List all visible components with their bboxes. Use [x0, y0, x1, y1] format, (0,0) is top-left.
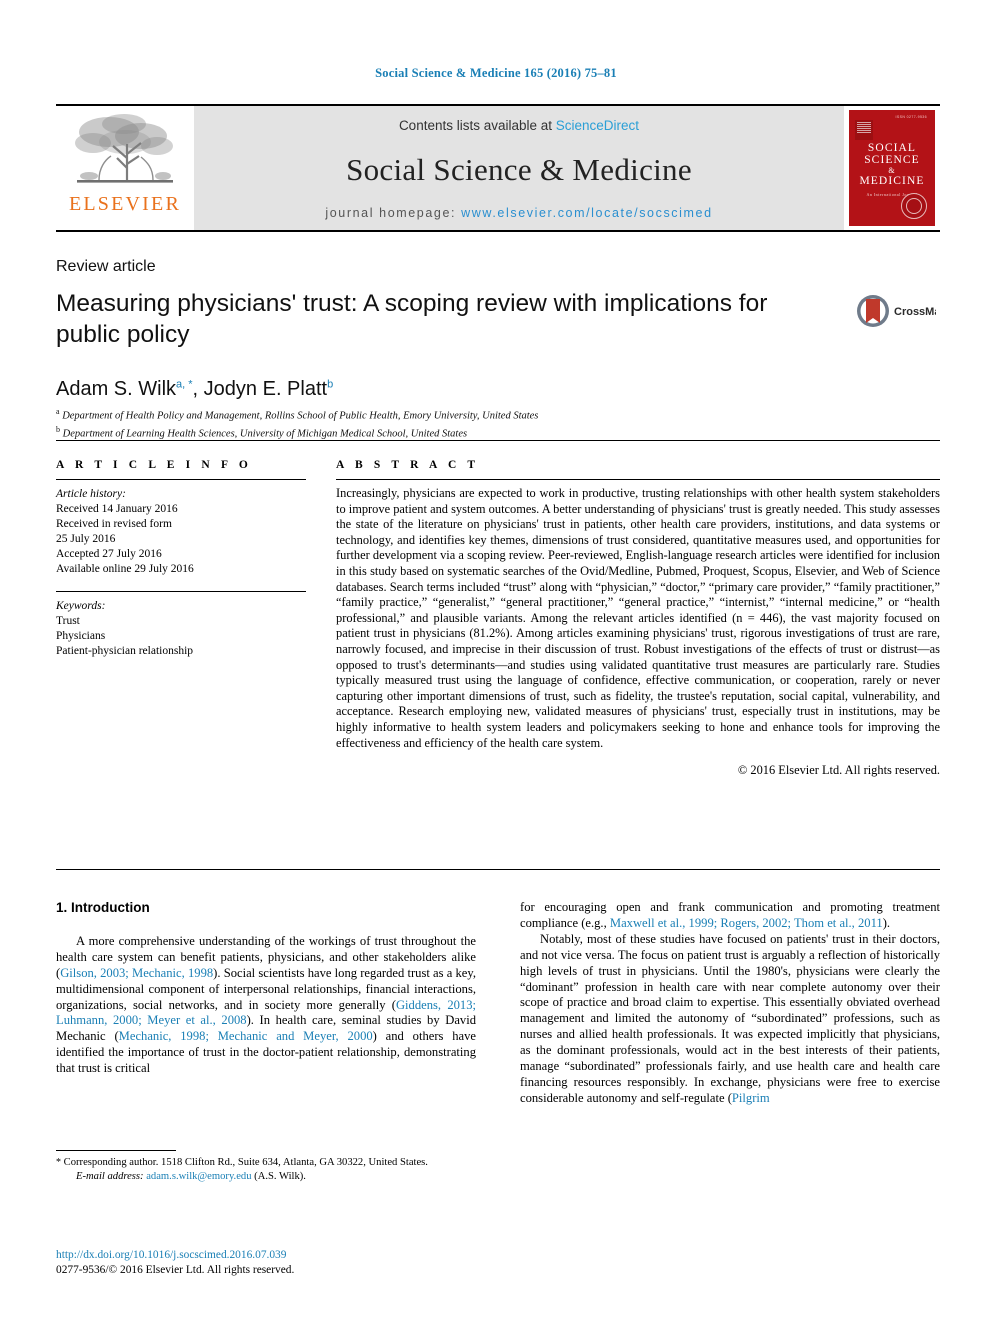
journal-masthead: ELSEVIER Contents lists available at Sci… [56, 104, 940, 232]
affiliation-a: a Department of Health Policy and Manage… [56, 407, 539, 422]
affiliation-b: b Department of Learning Health Sciences… [56, 425, 468, 440]
cover-title: SOCIAL SCIENCE & MEDICINE [849, 142, 935, 187]
sciencedirect-link[interactable]: ScienceDirect [556, 118, 639, 133]
issn-copyright-line: 0277-9536/© 2016 Elsevier Ltd. All right… [56, 1264, 295, 1276]
history-line: 25 July 2016 [56, 533, 116, 545]
homepage-label: journal homepage: [325, 206, 462, 220]
abstract-divider [336, 479, 940, 480]
citation-link[interactable]: Mechanic, 1998; Mechanic and Meyer, 2000 [119, 1029, 373, 1043]
footnote-divider [56, 1150, 176, 1151]
author-name-2: Jodyn E. Platt [203, 378, 328, 400]
author-1-affil-marks: a, * [176, 378, 193, 391]
doi-block: http://dx.doi.org/10.1016/j.socscimed.20… [56, 1248, 516, 1278]
section-heading-introduction: 1. Introduction [56, 900, 150, 915]
history-line: Accepted 27 July 2016 [56, 548, 162, 560]
article-history-label: Article history: [56, 488, 126, 500]
cover-line-3: MEDICINE [859, 175, 925, 187]
email-note: E-mail address: adam.s.wilk@emory.edu (A… [56, 1170, 476, 1184]
divider-above-body [56, 869, 940, 870]
intro-paragraph-2: Notably, most of these studies have focu… [520, 932, 940, 1107]
cover-seal-icon [901, 193, 927, 219]
journal-cover-thumbnail: ISSN 0277-9536 SOCIAL SCIENCE & MEDICINE… [844, 106, 940, 230]
email-owner: (A.S. Wilk). [254, 1171, 306, 1182]
article-info-heading: A R T I C L E I N F O [56, 459, 252, 471]
body-column-left: 1. Introduction A more comprehensive und… [56, 900, 476, 1077]
crossmark-badge[interactable]: CrossMark [856, 286, 936, 336]
citation-link[interactable]: Pilgrim [732, 1091, 770, 1105]
article-info-divider [56, 479, 306, 480]
right-text-3: Notably, most of these studies have focu… [520, 931, 940, 1105]
svg-text:CrossMark: CrossMark [894, 306, 936, 318]
cover-issn: ISSN 0277-9536 [895, 115, 927, 119]
body-column-right: for encouraging open and frank communica… [520, 900, 940, 1107]
elsevier-logo: ELSEVIER [56, 106, 194, 230]
abstract-heading: A B S T R A C T [336, 459, 480, 471]
keyword-item: Physicians [56, 630, 106, 642]
cover-image: ISSN 0277-9536 SOCIAL SCIENCE & MEDICINE… [849, 110, 935, 226]
doi-link[interactable]: http://dx.doi.org/10.1016/j.socscimed.20… [56, 1248, 516, 1263]
author-2-affil-marks: b [327, 378, 334, 391]
history-line: Received in revised form [56, 518, 172, 530]
citation-link[interactable]: Maxwell et al., 1999; Rogers, 2002; Thom… [610, 916, 883, 930]
footnote-block: * Corresponding author. 1518 Clifton Rd.… [56, 1150, 476, 1184]
email-label: E-mail address: [76, 1171, 144, 1182]
running-head: Social Science & Medicine 165 (2016) 75–… [375, 66, 617, 80]
author-name-1: Adam S. Wilk [56, 378, 177, 400]
footnote-star-marker: * [56, 1157, 61, 1168]
abstract-box: A B S T R A C T Increasingly, physicians… [336, 459, 940, 778]
journal-homepage-line: journal homepage: www.elsevier.com/locat… [325, 206, 712, 220]
cover-ampersand: & [888, 166, 896, 175]
divider-above-abstract [56, 440, 940, 441]
keywords-divider [56, 591, 306, 592]
elsevier-wordmark: ELSEVIER [68, 193, 182, 215]
intro-paragraph-continuation: for encouraging open and frank communica… [520, 900, 940, 932]
history-line: Available online 29 July 2016 [56, 563, 194, 575]
keywords-label: Keywords: [56, 600, 106, 612]
keyword-item: Patient-physician relationship [56, 645, 194, 657]
affiliation-a-text: Department of Health Policy and Manageme… [62, 410, 539, 422]
masthead-center: Contents lists available at ScienceDirec… [194, 106, 844, 230]
contents-prefix: Contents lists available at [398, 118, 556, 133]
citation-link[interactable]: Gilson, 2003; Mechanic, 1998 [60, 966, 213, 980]
affiliation-list: a Department of Health Policy and Manage… [56, 405, 538, 441]
journal-title: Social Science & Medicine [346, 151, 692, 187]
corresponding-author-note: * Corresponding author. 1518 Clifton Rd.… [56, 1156, 476, 1170]
journal-article-page: Social Science & Medicine 165 (2016) 75–… [0, 0, 992, 1323]
intro-paragraph-1: A more comprehensive understanding of th… [56, 934, 476, 1077]
abstract-text: Increasingly, physicians are expected to… [336, 486, 940, 750]
page-title: Measuring physicians' trust: A scoping r… [56, 290, 768, 348]
elsevier-tree-icon [75, 114, 173, 183]
keyword-item: Trust [56, 615, 80, 627]
corresponding-author-text: Corresponding author. 1518 Clifton Rd., … [63, 1157, 428, 1168]
email-link[interactable]: adam.s.wilk@emory.edu [146, 1171, 251, 1182]
copyright-line: © 2016 Elsevier Ltd. All rights reserved… [737, 763, 940, 778]
author-list: Adam S. Wilka, *, Jodyn E. Plattb [56, 378, 334, 400]
history-line: Received 14 January 2016 [56, 503, 178, 515]
cover-elsevier-mark [855, 120, 873, 140]
contents-available-line: Contents lists available at ScienceDirec… [399, 118, 639, 133]
crossmark-icon: CrossMark [857, 295, 936, 327]
article-type-label: Review article [56, 258, 156, 275]
homepage-url-link[interactable]: www.elsevier.com/locate/socscimed [461, 206, 712, 220]
cover-line-1: SOCIAL [867, 142, 917, 154]
right-text-2: ). [882, 915, 891, 930]
affiliation-b-text: Department of Learning Health Sciences, … [62, 428, 468, 440]
article-info-box: A R T I C L E I N F O Article history: R… [56, 459, 306, 659]
cover-line-2: SCIENCE [864, 154, 920, 166]
